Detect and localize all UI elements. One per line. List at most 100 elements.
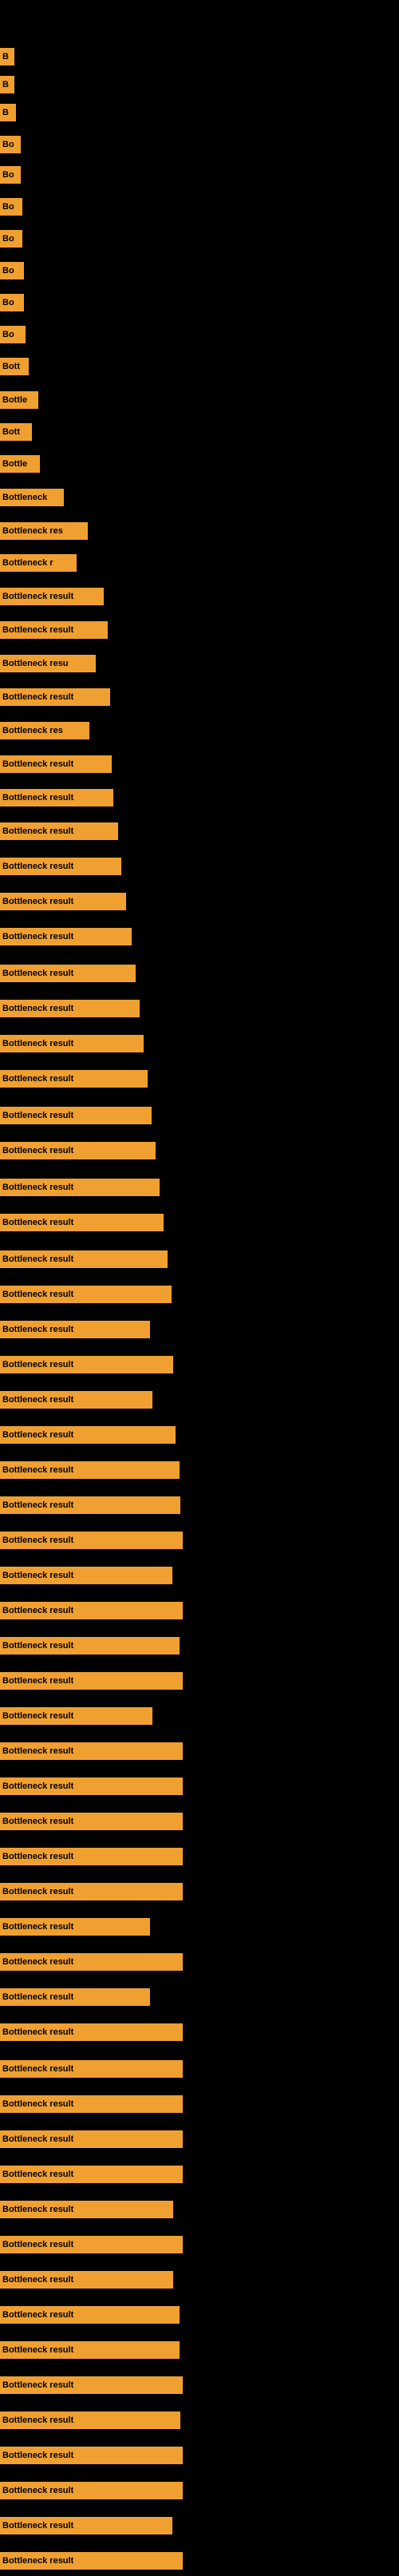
bar-label: Bottleneck result [0, 1742, 183, 1760]
bar-row: Bottleneck result [0, 1000, 140, 1017]
bar-label: B [0, 48, 14, 65]
bar-label: Bottle [0, 391, 38, 409]
bar-row: Bottleneck result [0, 928, 132, 945]
bar-label: Bottleneck result [0, 1532, 183, 1549]
bar-row: Bottleneck result [0, 1532, 183, 1549]
bar-row: Bottleneck result [0, 1496, 180, 1514]
bar-row: Bo [0, 230, 22, 248]
bar-row: Bottleneck result [0, 2130, 183, 2148]
bar-label: Bottle [0, 455, 40, 473]
bar-row: Bottleneck r [0, 554, 77, 572]
bar-row: Bottleneck result [0, 1637, 180, 1655]
bar-row: Bottleneck result [0, 1426, 176, 1444]
bar-label: Bo [0, 136, 21, 153]
bar-row: Bottleneck result [0, 2447, 183, 2464]
bar-row: Bo [0, 262, 24, 279]
bar-row: Bottleneck res [0, 522, 88, 540]
bar-row: Bottleneck result [0, 1988, 150, 2006]
bar-label: Bottleneck result [0, 1179, 160, 1196]
bar-label: Bottleneck result [0, 1672, 183, 1690]
bar-label: Bott [0, 423, 32, 441]
bar-label: Bottleneck result [0, 822, 118, 840]
bar-row: Bottleneck result [0, 1567, 172, 1584]
bar-label: Bottleneck result [0, 2130, 183, 2148]
bar-label: Bottleneck result [0, 1461, 180, 1479]
bar-label: Bottleneck result [0, 1142, 156, 1159]
bar-row: Bottleneck result [0, 2412, 180, 2429]
bar-row: Bottleneck result [0, 1107, 152, 1124]
bar-row: Bottleneck result [0, 1602, 183, 1619]
bar-label: Bo [0, 294, 24, 311]
bar-label: Bottleneck result [0, 2552, 183, 2570]
bar-row: Bottleneck result [0, 2341, 180, 2359]
bar-row: Bottleneck result [0, 1214, 164, 1231]
bar-label: Bottleneck result [0, 2166, 183, 2183]
bar-row: Bottleneck result [0, 858, 121, 875]
bar-row: Bottleneck result [0, 2552, 183, 2570]
bar-row: Bottleneck result [0, 2482, 183, 2499]
site-title [0, 3, 399, 16]
bar-row: Bottleneck result [0, 1777, 183, 1795]
bar-label: Bottleneck result [0, 2482, 183, 2499]
bar-row: Bottleneck result [0, 893, 126, 910]
bar-row: Bottleneck result [0, 965, 136, 982]
bar-label: Bottleneck result [0, 1813, 183, 1830]
bar-row: Bottleneck result [0, 2023, 183, 2041]
bar-row: Bottleneck result [0, 1356, 173, 1373]
bar-row: Bottleneck result [0, 2095, 183, 2113]
bar-row: Bottleneck result [0, 755, 112, 773]
bar-row: Bo [0, 166, 21, 184]
bar-label: Bottleneck result [0, 2341, 180, 2359]
bar-row: Bottleneck result [0, 2306, 180, 2324]
bar-label: Bottleneck result [0, 2060, 183, 2078]
bar-label: Bottleneck result [0, 2412, 180, 2429]
bar-label: Bottleneck result [0, 1107, 152, 1124]
bar-row: Bottleneck result [0, 1035, 144, 1052]
bar-label: Bottleneck result [0, 621, 108, 639]
bar-label: Bottleneck result [0, 1567, 172, 1584]
bar-row: Bottleneck result [0, 1848, 183, 1865]
bar-row: Bottleneck result [0, 1286, 172, 1303]
bar-row: Bott [0, 423, 32, 441]
bar-row: Bottleneck result [0, 789, 113, 806]
bar-label: Bottleneck result [0, 1988, 150, 2006]
bar-row: Bottleneck result [0, 1250, 168, 1268]
bar-row: Bottleneck result [0, 822, 118, 840]
bar-label: Bottleneck result [0, 2306, 180, 2324]
bar-row: Bottleneck result [0, 2376, 183, 2394]
bar-label: Bo [0, 262, 24, 279]
bar-label: Bottleneck result [0, 1848, 183, 1865]
bar-label: B [0, 104, 16, 121]
bar-label: Bottleneck resu [0, 655, 96, 672]
bar-label: Bottleneck result [0, 688, 110, 706]
bar-row: Bottleneck result [0, 1883, 183, 1900]
bar-label: Bottleneck result [0, 1918, 150, 1936]
bar-row: Bo [0, 294, 24, 311]
bar-label: Bo [0, 166, 21, 184]
bar-row: Bottleneck result [0, 1070, 148, 1088]
bar-row: Bottleneck result [0, 588, 104, 605]
bar-row: Bottleneck result [0, 688, 110, 706]
bar-label: Bo [0, 198, 22, 216]
bar-row: Bottleneck result [0, 1461, 180, 1479]
bar-label: Bottleneck r [0, 554, 77, 572]
bar-row: Bottleneck result [0, 1813, 183, 1830]
bar-row: Bottleneck result [0, 1707, 152, 1725]
bar-label: Bottleneck result [0, 1391, 152, 1409]
bar-row: Bottleneck result [0, 1953, 183, 1971]
bar-label: Bottleneck result [0, 965, 136, 982]
bar-label: Bottleneck result [0, 2271, 173, 2289]
bar-row: Bo [0, 198, 22, 216]
bar-label: Bottleneck res [0, 522, 88, 540]
bar-row: Bo [0, 136, 21, 153]
bar-label: Bottleneck result [0, 1496, 180, 1514]
bar-label: Bottleneck result [0, 1707, 152, 1725]
bar-label: Bottleneck result [0, 2236, 183, 2253]
bar-row: Bott [0, 358, 29, 375]
bar-label: Bott [0, 358, 29, 375]
bar-row: Bottleneck result [0, 1391, 152, 1409]
bar-label: Bottleneck result [0, 2023, 183, 2041]
bar-row: Bottle [0, 455, 40, 473]
bar-label: Bottleneck result [0, 1883, 183, 1900]
bar-label: Bottleneck result [0, 1602, 183, 1619]
